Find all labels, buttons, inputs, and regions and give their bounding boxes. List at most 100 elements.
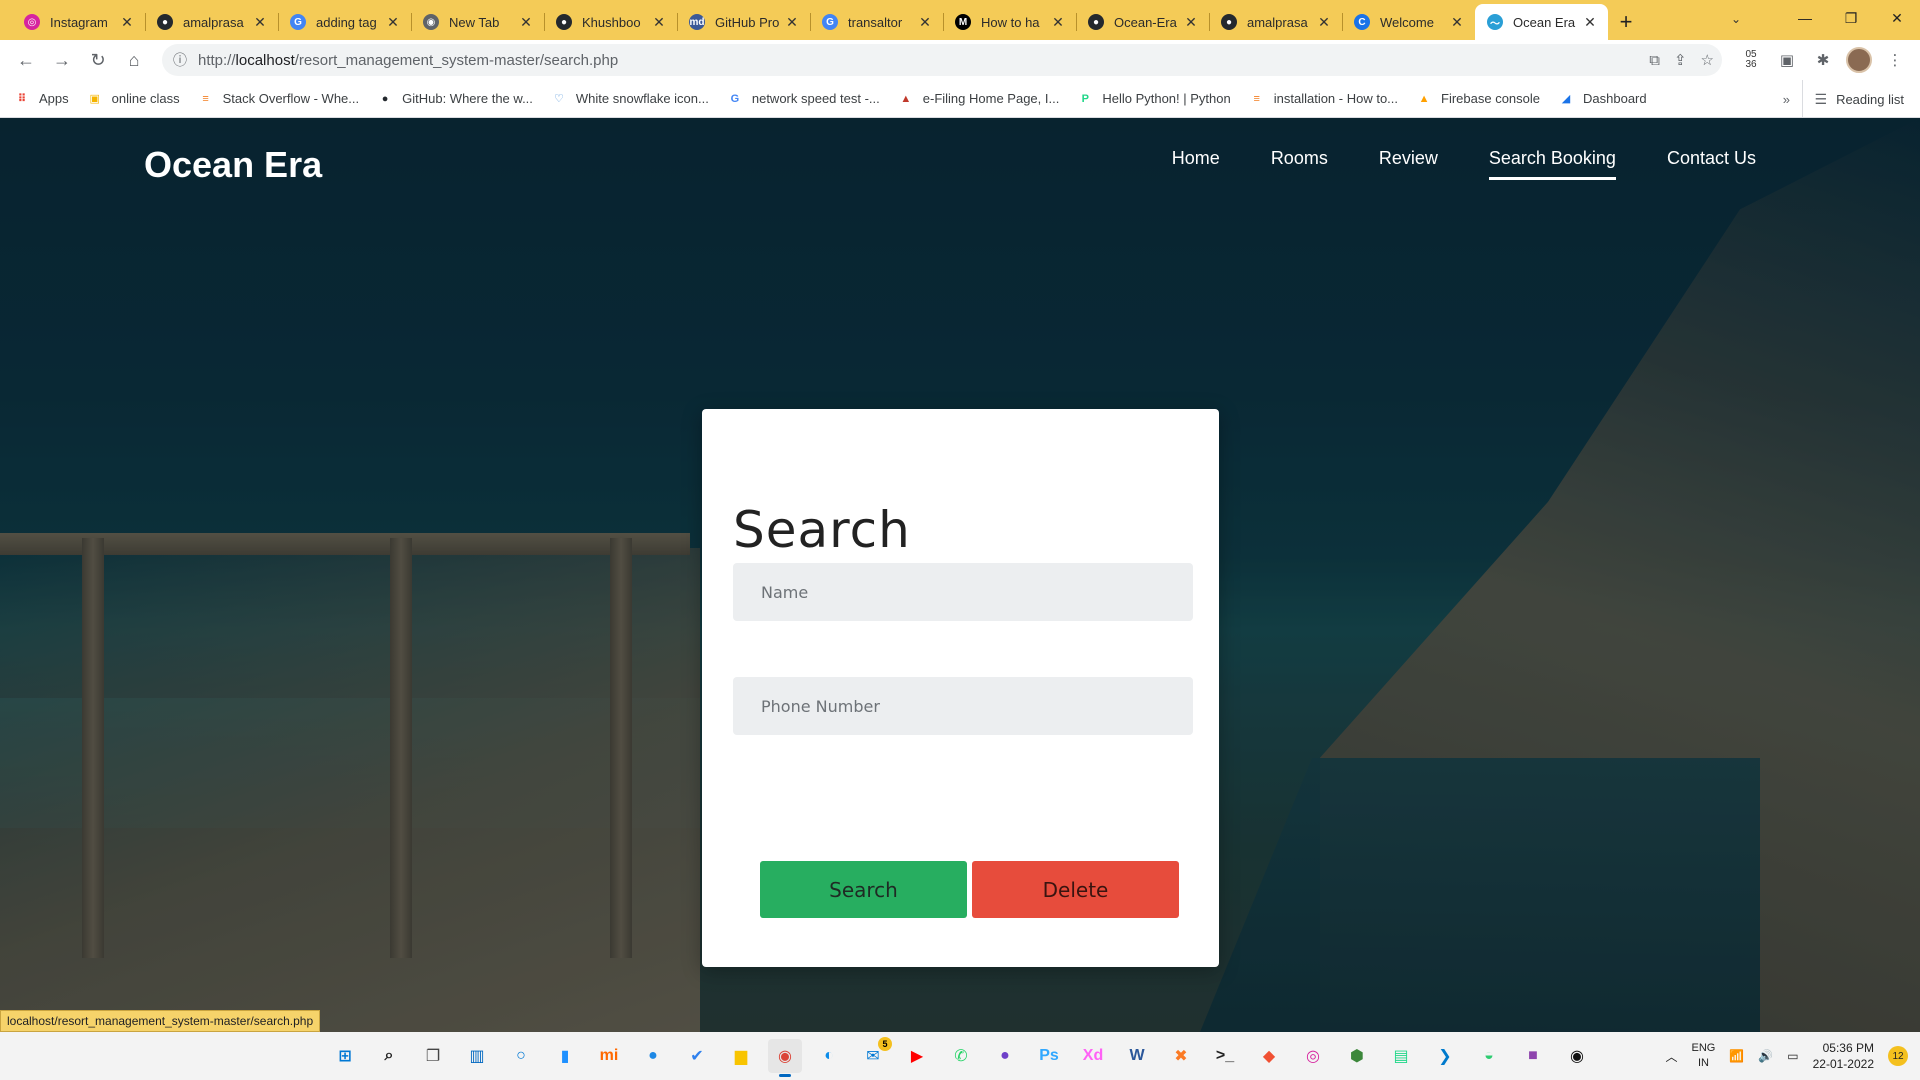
pycharm-app-icon[interactable]: ▤ xyxy=(1384,1039,1418,1073)
share-icon[interactable]: ⇪ xyxy=(1674,51,1687,69)
youtube-icon[interactable]: ▶ xyxy=(900,1039,934,1073)
xampp-icon[interactable]: ✖ xyxy=(1164,1039,1198,1073)
nav-link-rooms[interactable]: Rooms xyxy=(1271,148,1328,180)
github-desktop-icon[interactable]: ● xyxy=(988,1039,1022,1073)
clock-extension-icon[interactable]: 05 36 xyxy=(1736,45,1766,75)
search-button[interactable]: Search xyxy=(760,861,967,918)
browser-tab[interactable]: ◎ Instagram ✕ xyxy=(12,4,145,40)
reload-icon[interactable]: ↻ xyxy=(80,42,116,78)
nav-link-review[interactable]: Review xyxy=(1379,148,1438,180)
phone-number-input[interactable] xyxy=(733,677,1193,735)
color-app-icon[interactable]: ■ xyxy=(1516,1039,1550,1073)
bookmark-item[interactable]: ♡ White snowflake icon... xyxy=(551,91,709,107)
address-url[interactable]: http://localhost/resort_management_syste… xyxy=(198,52,618,69)
tab-close-icon[interactable]: ✕ xyxy=(1316,14,1332,31)
name-input[interactable] xyxy=(733,563,1193,621)
browser-tab[interactable]: ● Ocean-Era ✕ xyxy=(1076,4,1209,40)
tab-close-icon[interactable]: ✕ xyxy=(119,14,135,31)
vscode-icon[interactable]: ❯ xyxy=(1428,1039,1462,1073)
gamepad-icon[interactable]: ◒ xyxy=(1472,1039,1506,1073)
xd-icon[interactable]: Xd xyxy=(1076,1039,1110,1073)
notification-badge[interactable]: 12 xyxy=(1888,1046,1908,1066)
browser-tab[interactable]: md GitHub Pro ✕ xyxy=(677,4,810,40)
bookmark-item[interactable]: ≡ Stack Overflow - Whe... xyxy=(198,91,359,107)
node-icon[interactable]: ⬢ xyxy=(1340,1039,1374,1073)
tab-close-icon[interactable]: ✕ xyxy=(1449,14,1465,31)
photoshop-icon[interactable]: Ps xyxy=(1032,1039,1066,1073)
bookmark-item[interactable]: ▲ Firebase console xyxy=(1416,91,1540,107)
terminal-icon[interactable]: >_ xyxy=(1208,1039,1242,1073)
battery-icon[interactable]: ▭ xyxy=(1787,1049,1798,1063)
chrome-icon[interactable]: ◉ xyxy=(768,1039,802,1077)
browser-tab[interactable]: ● Khushboo ✕ xyxy=(544,4,677,40)
nav-link-home[interactable]: Home xyxy=(1172,148,1220,180)
todo-icon[interactable]: ✔ xyxy=(680,1039,714,1073)
bookmark-item[interactable]: Gnetwork speed test -... xyxy=(727,91,880,107)
reading-list-button[interactable]: ☰ Reading list xyxy=(1801,80,1904,118)
nav-link-contact-us[interactable]: Contact Us xyxy=(1667,148,1756,180)
windows-start-icon[interactable]: ⊞ xyxy=(328,1039,362,1073)
file-explorer-icon[interactable]: ▆ xyxy=(724,1039,758,1073)
volume-icon[interactable]: 🔊 xyxy=(1758,1049,1773,1063)
tab-close-icon[interactable]: ✕ xyxy=(784,14,800,31)
browser-tab[interactable]: M How to ha ✕ xyxy=(943,4,1076,40)
widgets-icon[interactable]: ▥ xyxy=(460,1039,494,1073)
browser-tab[interactable]: Gtransaltor ✕ xyxy=(810,4,943,40)
extension-icon[interactable]: ▣ xyxy=(1772,45,1802,75)
address-bar[interactable]: ⓘ http://localhost/resort_management_sys… xyxy=(162,44,1722,76)
task-view-icon[interactable]: ❐ xyxy=(416,1039,450,1073)
word-icon[interactable]: W xyxy=(1120,1039,1154,1073)
tab-close-icon[interactable]: ✕ xyxy=(252,14,268,31)
browser-tab[interactable]: Gadding tag ✕ xyxy=(278,4,411,40)
cortana-icon[interactable]: ○ xyxy=(504,1039,538,1073)
tab-close-icon[interactable]: ✕ xyxy=(651,14,667,31)
browser-tab[interactable]: ◉ New Tab ✕ xyxy=(411,4,544,40)
mail-icon[interactable]: ✉ 5 xyxy=(856,1037,892,1073)
search-icon[interactable]: ⌕ xyxy=(372,1039,406,1073)
bookmarks-more-icon[interactable]: » xyxy=(1783,80,1790,118)
phone-link-icon[interactable]: ▮ xyxy=(548,1039,582,1073)
tab-search-icon[interactable]: ⌄ xyxy=(1722,6,1750,32)
bookmark-item[interactable]: ● GitHub: Where the w... xyxy=(377,91,533,107)
clock[interactable]: 05:36 PM 22-01-2022 xyxy=(1813,1040,1874,1072)
wifi-icon[interactable]: 📶 xyxy=(1729,1049,1744,1063)
tab-close-icon[interactable]: ✕ xyxy=(1050,14,1066,31)
back-icon[interactable]: ← xyxy=(8,42,44,78)
browser-tab[interactable]: C Welcome ✕ xyxy=(1342,4,1475,40)
edge-drop-icon[interactable]: ● xyxy=(636,1039,670,1073)
edge-icon[interactable]: ◐ xyxy=(812,1039,846,1073)
bookmark-item[interactable]: ▣ online class xyxy=(87,91,179,107)
tab-close-icon[interactable]: ✕ xyxy=(1183,14,1199,31)
tab-close-icon[interactable]: ✕ xyxy=(518,14,534,31)
bookmark-star-icon[interactable]: ☆ xyxy=(1701,51,1714,69)
tab-close-icon[interactable]: ✕ xyxy=(1582,14,1598,31)
bookmark-item[interactable]: ≡ installation - How to... xyxy=(1249,91,1399,107)
new-tab-button[interactable]: + xyxy=(1608,4,1644,40)
browser-tab[interactable]: 〜 Ocean Era ✕ xyxy=(1475,4,1608,40)
tab-close-icon[interactable]: ✕ xyxy=(385,14,401,31)
tray-overflow-icon[interactable]: ︿ xyxy=(1666,1048,1678,1065)
nav-link-search-booking[interactable]: Search Booking xyxy=(1488,148,1616,180)
bookmark-item[interactable]: ◢ Dashboard xyxy=(1558,91,1647,107)
home-icon[interactable]: ⌂ xyxy=(116,42,152,78)
git-icon[interactable]: ◆ xyxy=(1252,1039,1286,1073)
delete-button[interactable]: Delete xyxy=(972,861,1179,918)
bookmark-item[interactable]: ▲ e-Filing Home Page, I... xyxy=(898,91,1059,107)
instagram-app-icon[interactable]: ◎ xyxy=(1296,1039,1330,1073)
minimize-icon[interactable]: — xyxy=(1782,0,1828,36)
browser-tab[interactable]: ● amalprasa ✕ xyxy=(1209,4,1342,40)
profile-avatar[interactable] xyxy=(1844,45,1874,75)
mi-icon[interactable]: mi xyxy=(592,1039,626,1073)
translate-icon[interactable]: ⧉ xyxy=(1649,52,1660,69)
site-logo[interactable]: Ocean Era xyxy=(144,144,322,186)
extensions-puzzle-icon[interactable]: ✱ xyxy=(1808,45,1838,75)
forward-icon[interactable]: → xyxy=(44,42,80,78)
whatsapp-icon[interactable]: ✆ xyxy=(944,1039,978,1073)
maximize-icon[interactable]: ❐ xyxy=(1828,0,1874,36)
close-window-icon[interactable]: ✕ xyxy=(1874,0,1920,36)
tab-close-icon[interactable]: ✕ xyxy=(917,14,933,31)
bookmark-item[interactable]: P Hello Python! | Python xyxy=(1077,91,1231,107)
menu-kebab-icon[interactable]: ⋮ xyxy=(1880,45,1910,75)
bookmark-item[interactable]: ⠿ Apps xyxy=(14,91,69,107)
browser-tab[interactable]: ● amalprasa ✕ xyxy=(145,4,278,40)
